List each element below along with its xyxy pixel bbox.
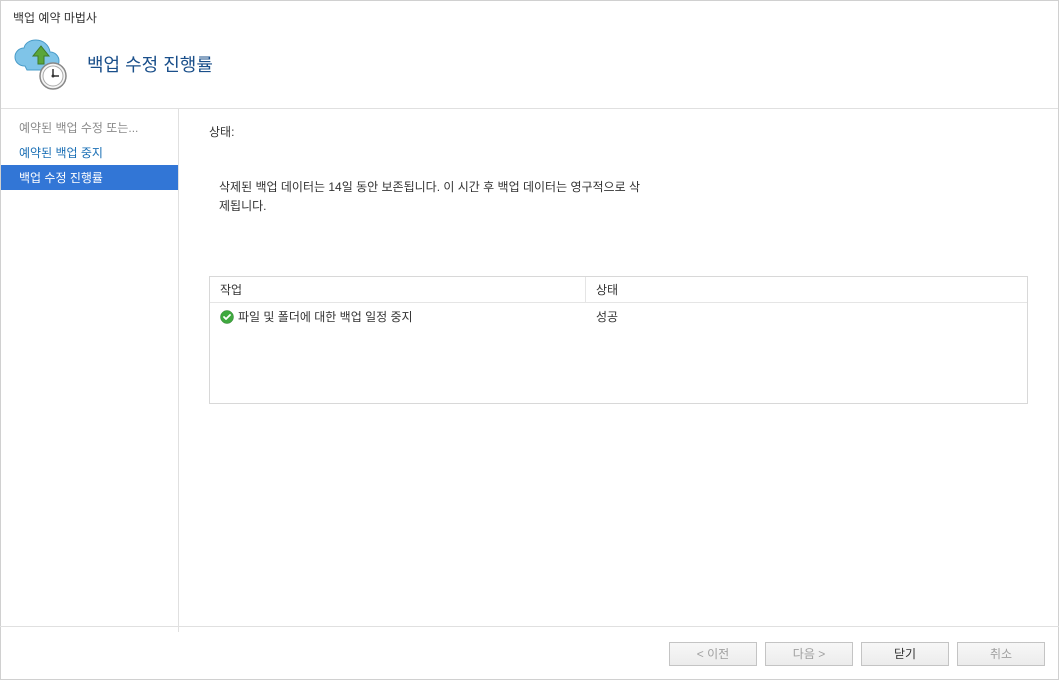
sidebar-item-stop-scheduled[interactable]: 예약된 백업 중지	[1, 140, 178, 165]
task-table-header: 작업 상태	[210, 277, 1027, 303]
close-button[interactable]: 닫기	[861, 642, 949, 666]
task-name-text: 파일 및 폴더에 대한 백업 일정 중지	[238, 308, 413, 325]
success-check-icon	[220, 310, 234, 324]
sidebar-item-modify-or[interactable]: 예약된 백업 수정 또는...	[1, 115, 178, 140]
previous-button: < 이전	[669, 642, 757, 666]
sidebar-item-progress[interactable]: 백업 수정 진행률	[1, 165, 178, 190]
table-row: 파일 및 폴더에 대한 백업 일정 중지 성공	[210, 303, 1027, 330]
status-label: 상태:	[209, 123, 1028, 140]
wizard-steps-sidebar: 예약된 백업 수정 또는... 예약된 백업 중지 백업 수정 진행률	[1, 109, 179, 632]
next-button: 다음 >	[765, 642, 853, 666]
page-title: 백업 수정 진행률	[87, 51, 213, 77]
status-message: 삭제된 백업 데이터는 14일 동안 보존됩니다. 이 시간 후 백업 데이터는…	[219, 178, 649, 216]
window-title: 백업 예약 마법사	[1, 1, 1058, 32]
task-table: 작업 상태 파일 및 폴더에 대한 백업 일정 중지 성공	[209, 276, 1028, 404]
column-header-task[interactable]: 작업	[210, 277, 586, 302]
wizard-header: 백업 수정 진행률	[1, 32, 1058, 109]
backup-cloud-clock-icon	[13, 38, 69, 90]
task-cell-status: 성공	[586, 306, 1027, 327]
cancel-button: 취소	[957, 642, 1045, 666]
main-panel: 상태: 삭제된 백업 데이터는 14일 동안 보존됩니다. 이 시간 후 백업 …	[179, 109, 1058, 632]
task-cell-name: 파일 및 폴더에 대한 백업 일정 중지	[210, 306, 586, 327]
wizard-button-bar: < 이전 다음 > 닫기 취소	[0, 626, 1059, 680]
column-header-status[interactable]: 상태	[586, 277, 1027, 302]
